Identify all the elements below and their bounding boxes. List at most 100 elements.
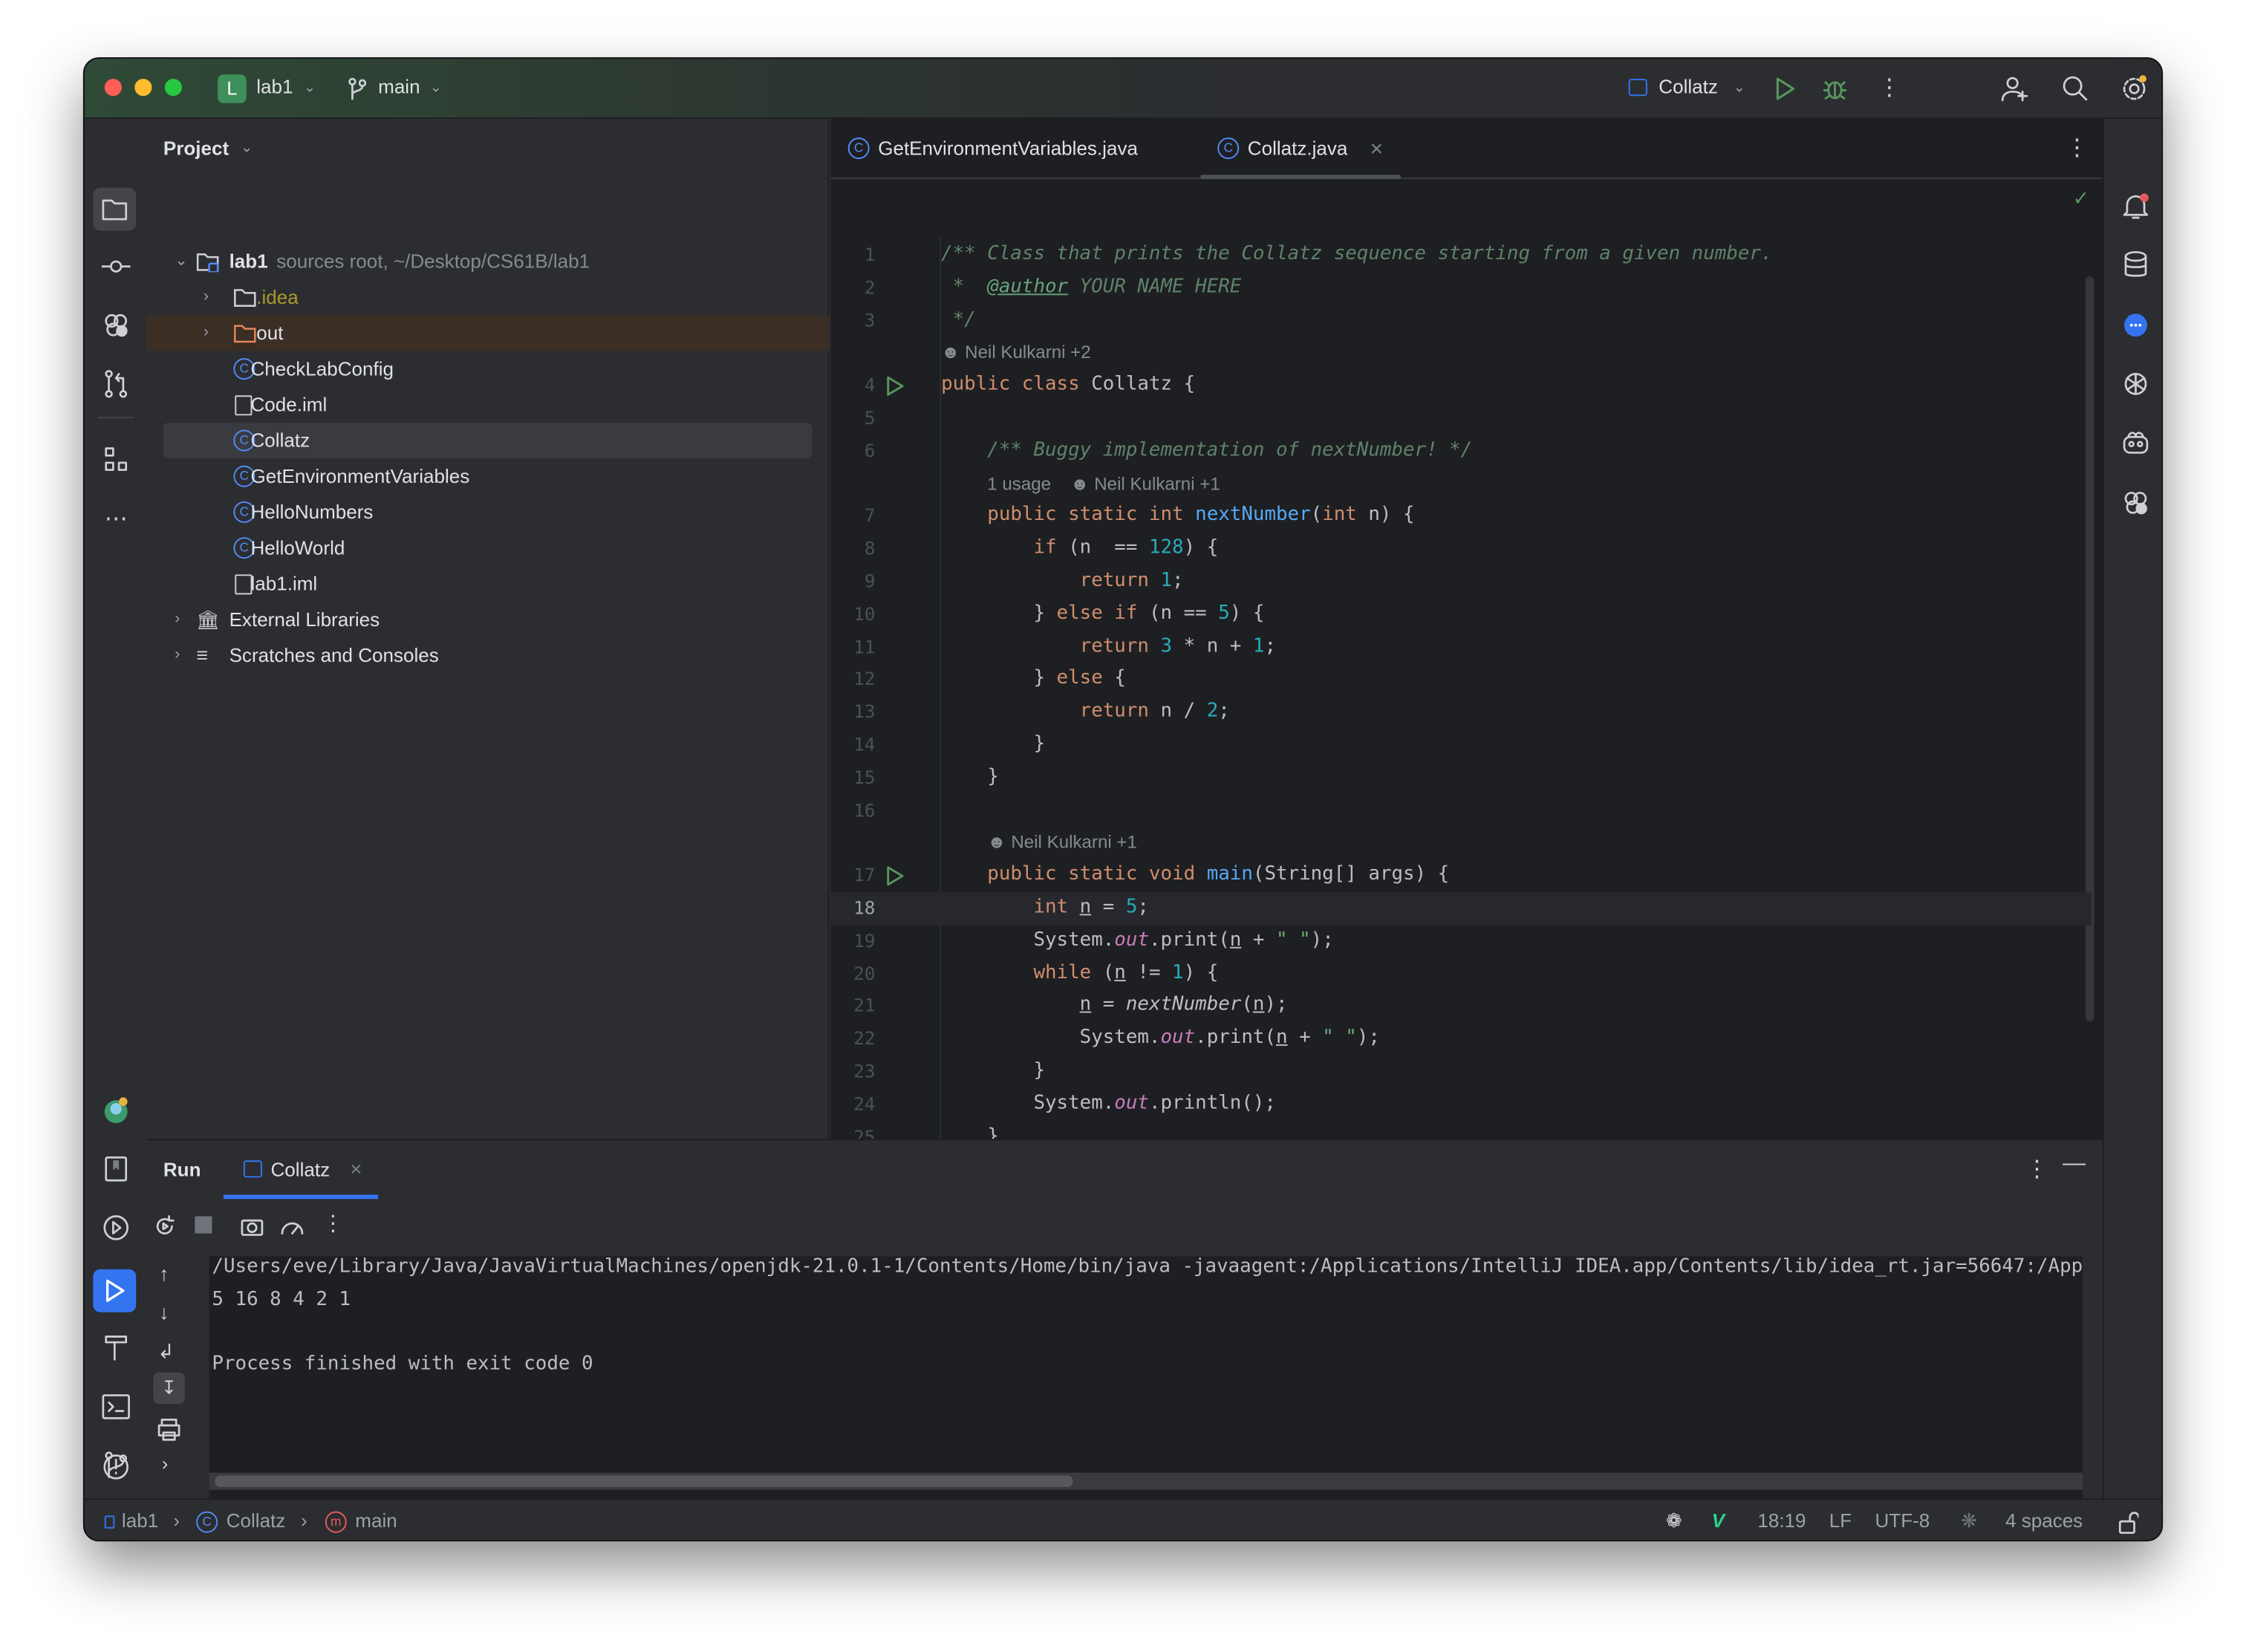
breadcrumb-method[interactable]: main [355, 1510, 397, 1532]
copilot-tool-button[interactable] [2117, 424, 2154, 461]
unlock-icon[interactable] [2118, 1512, 2139, 1535]
code-line[interactable]: 14 } [831, 729, 2092, 762]
code-line[interactable]: 1 /** Class that prints the Collatz seque… [831, 239, 2092, 272]
author-hint[interactable]: ☻ Neil Kulkarni +1 [987, 827, 1137, 860]
run-icon[interactable] [1774, 76, 1797, 102]
tab-getenvironmentvariables[interactable]: C GetEnvironmentVariables.java [847, 119, 1178, 179]
project-selector[interactable]: lab1 ⌄ [256, 59, 328, 119]
code-line[interactable]: 20 while (n != 1) { [831, 957, 2092, 990]
indent-setting[interactable]: 4 spaces [2005, 1510, 2083, 1532]
tree-item[interactable]: › ≡ Scratches and Consoles [146, 637, 830, 673]
more-tools-icon[interactable]: ⋯ [97, 500, 134, 537]
code-line[interactable]: 4 public class Collatz { [831, 370, 2092, 403]
add-user-icon[interactable] [2001, 74, 2030, 103]
hide-panel-icon[interactable]: — [2063, 1152, 2086, 1178]
code-line[interactable]: 9 return 1; [831, 566, 2092, 599]
bookmarks-tool-button[interactable] [97, 1151, 134, 1188]
code-inlay-hint[interactable]: 1 usage ☻ Neil Kulkarni +1 [831, 468, 2092, 501]
expand-icon[interactable]: › [162, 1453, 168, 1474]
code-line[interactable]: 13 return n / 2; [831, 697, 2092, 729]
code-line[interactable]: 21 n = nextNumber(n); [831, 990, 2092, 1023]
code-line[interactable]: 18 int n = 5; [830, 892, 2092, 926]
services-tool-button[interactable] [97, 1209, 134, 1246]
code-line[interactable]: 15 } [831, 762, 2092, 795]
code-line[interactable]: 10 } else if (n == 5) { [831, 599, 2092, 631]
code-line[interactable]: 5 [831, 403, 2092, 435]
database-tool-button[interactable] [2117, 247, 2154, 284]
chevron-right-icon[interactable]: › [204, 315, 209, 351]
code-line[interactable]: 19 System.out.print(n + " "); [831, 925, 2092, 957]
line-separator[interactable]: LF [1829, 1510, 1852, 1532]
code-line[interactable]: 23 } [831, 1056, 2092, 1088]
project-view-selector[interactable]: Project ⌄ [163, 133, 278, 164]
tree-item[interactable]: C CheckLabConfig [146, 351, 830, 386]
branch-selector[interactable]: main ⌄ [347, 59, 455, 119]
code-line[interactable]: 16 [831, 795, 2092, 827]
code-line[interactable]: 24 System.out.println(); [831, 1088, 2092, 1121]
run-gutter-icon[interactable] [885, 865, 905, 887]
stop-icon[interactable] [195, 1216, 212, 1234]
close-tab-icon[interactable]: ✕ [1370, 119, 1384, 179]
code-line[interactable]: 22 System.out.print(n + " "); [831, 1023, 2092, 1056]
run-tab-collatz[interactable]: Collatz ✕ [223, 1140, 379, 1200]
close-tab-icon[interactable]: ✕ [350, 1160, 363, 1179]
close-window-button[interactable] [104, 79, 122, 97]
file-encoding[interactable]: UTF-8 [1875, 1510, 1930, 1532]
tree-item[interactable]: Code.iml [146, 387, 830, 423]
notifications-button[interactable] [2117, 188, 2154, 225]
code-line[interactable]: 6 /** Buggy implementation of nextNumber… [831, 435, 2092, 468]
tree-item[interactable]: ⌄ lab1 sources root, ~/Desktop/CS61B/lab1 [146, 244, 830, 279]
author-hint[interactable]: ☻ Neil Kulkarni +1 [1070, 468, 1220, 501]
code-line[interactable]: 17 public static void main(String[] args… [831, 860, 2092, 893]
caret-position[interactable]: 18:19 [1757, 1510, 1806, 1532]
tree-item[interactable]: lab1.iml [146, 566, 830, 602]
run-config-selector[interactable]: Collatz ⌄ [1626, 59, 1748, 119]
run-options-icon[interactable]: ⋮ [2025, 1154, 2048, 1183]
code-area[interactable]: 1 /** Class that prints the Collatz seque… [830, 236, 2092, 1180]
author-hint[interactable]: ☻ Neil Kulkarni +2 [941, 337, 1091, 370]
tree-item[interactable]: › .idea [146, 279, 830, 315]
search-icon[interactable] [2061, 74, 2090, 103]
tree-item[interactable]: C GetEnvironmentVariables [146, 458, 830, 494]
breadcrumb-module[interactable]: lab1 [122, 1510, 158, 1532]
code-inlay-hint[interactable]: ☻ Neil Kulkarni +2 [831, 337, 2092, 370]
code-line[interactable]: 2 * @author YOUR NAME HERE [831, 272, 2092, 305]
arrow-down-icon[interactable]: ↓ [159, 1301, 169, 1324]
run-tool-button[interactable] [93, 1269, 137, 1313]
chevron-down-icon[interactable]: ⌄ [175, 244, 188, 279]
code-line[interactable]: 7 public static int nextNumber(int n) { [831, 501, 2092, 533]
usages-hint[interactable]: 1 usage [987, 468, 1051, 501]
console-output[interactable]: /Users/eve/Library/Java/JavaVirtualMachi… [209, 1256, 2083, 1500]
tree-item[interactable]: › out [146, 315, 830, 351]
code-inlay-hint[interactable]: ☻ Neil Kulkarni +1 [831, 827, 2092, 860]
arrow-up-icon[interactable]: ↑ [159, 1262, 169, 1285]
commit-tool-button[interactable] [97, 248, 134, 285]
structure-tool-button[interactable] [97, 441, 134, 478]
minimize-window-button[interactable] [134, 79, 152, 97]
ai-assistant-tool-button[interactable] [97, 307, 134, 344]
pull-requests-tool-button[interactable] [97, 365, 134, 403]
coverage-icon[interactable] [279, 1214, 305, 1238]
code-line[interactable]: 11 return 3 * n + 1; [831, 631, 2092, 664]
terminal-tool-button[interactable] [97, 1388, 134, 1425]
openai-status-icon[interactable]: ❁ [1666, 1510, 1682, 1533]
tree-item[interactable]: › 🏛 External Libraries [146, 602, 830, 637]
debug-icon[interactable] [1822, 76, 1848, 102]
tree-item[interactable]: C Collatz [163, 422, 813, 459]
chevron-right-icon[interactable]: › [175, 602, 180, 637]
more-actions-icon[interactable]: ⋮ [322, 1211, 344, 1237]
tree-item[interactable]: C HelloNumbers [146, 494, 830, 530]
breadcrumb-class[interactable]: Collatz [227, 1510, 286, 1532]
code-line[interactable]: 12 } else { [831, 664, 2092, 697]
build-tool-button[interactable] [97, 1328, 134, 1365]
code-line[interactable]: 3 */ [831, 305, 2092, 337]
horizontal-scrollbar[interactable] [215, 1475, 1073, 1487]
plugin-status-icon[interactable]: V [1712, 1510, 1725, 1532]
ai-help-tool-button[interactable] [2117, 484, 2154, 521]
openai-tool-button[interactable] [2117, 365, 2154, 403]
tab-actions-icon[interactable]: ⋮ [2066, 133, 2089, 162]
settings-icon[interactable] [2120, 74, 2149, 103]
print-icon[interactable] [157, 1418, 180, 1441]
rerun-icon[interactable] [153, 1214, 176, 1238]
camera-icon[interactable] [241, 1214, 264, 1238]
